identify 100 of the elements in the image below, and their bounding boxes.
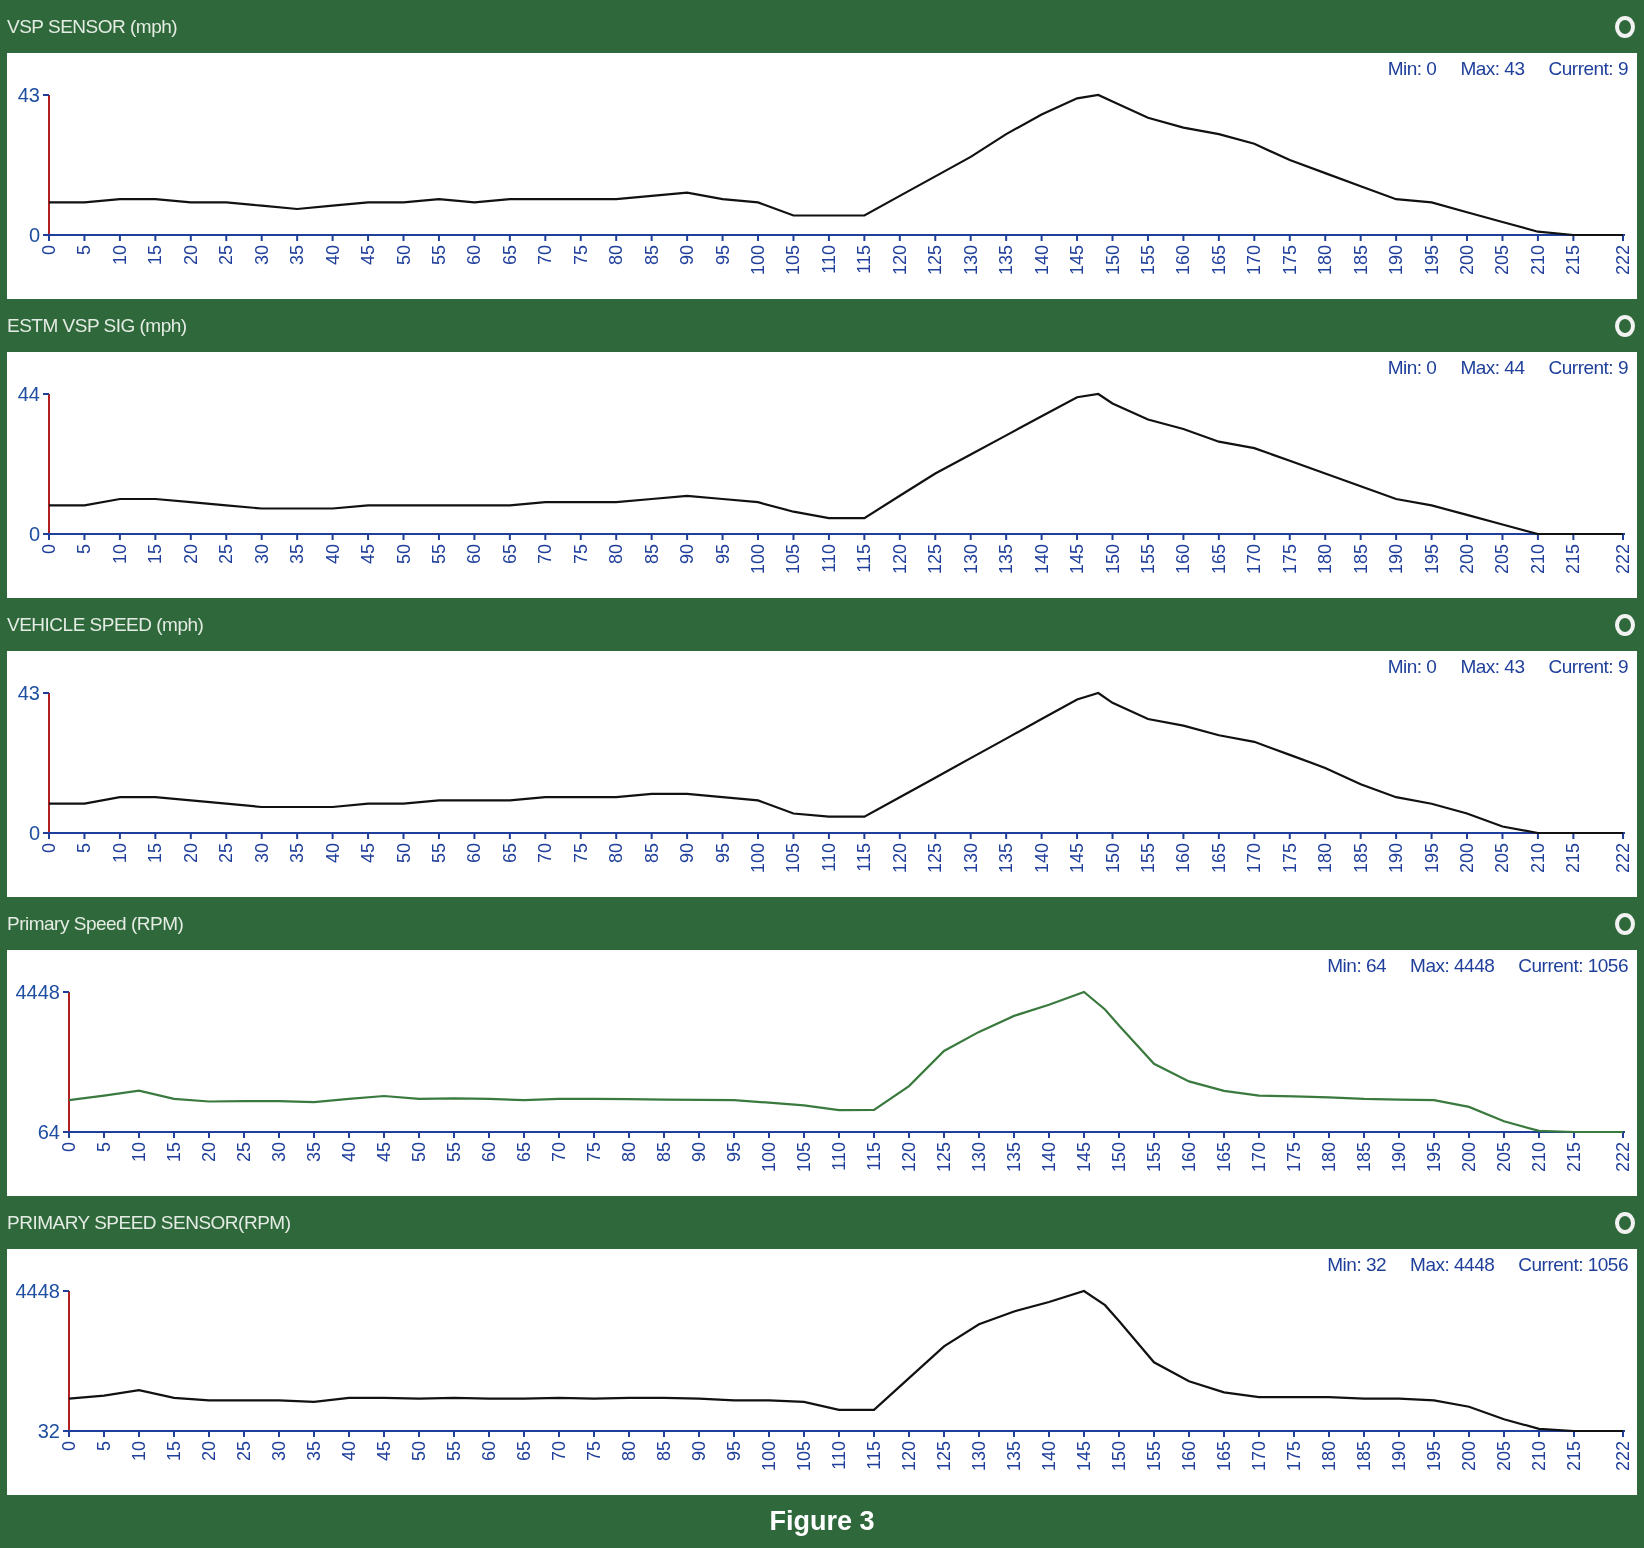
- x-tick-label: 95: [712, 544, 733, 565]
- x-tick-label: 90: [689, 1441, 709, 1462]
- x-tick-label: 135: [1004, 1441, 1024, 1472]
- x-tick-label: 210: [1527, 245, 1548, 276]
- max-value: Max: 44: [1460, 357, 1525, 379]
- x-tick-label: 45: [358, 843, 379, 864]
- x-tick-label: 185: [1350, 843, 1371, 874]
- x-tick-label: 150: [1102, 843, 1123, 874]
- x-tick-label: 45: [374, 1441, 394, 1462]
- min-value: Min: 0: [1387, 656, 1437, 678]
- x-tick-label: 70: [549, 1441, 569, 1462]
- x-tick-label: 50: [393, 245, 414, 266]
- min-value: Min: 32: [1327, 1254, 1387, 1276]
- chart-title: VEHICLE SPEED (mph): [7, 613, 204, 636]
- x-tick-label: 110: [818, 544, 839, 573]
- y-tick-label: 4448: [15, 981, 60, 1003]
- x-tick-label: 180: [1315, 544, 1336, 575]
- x-tick-label: 85: [641, 843, 662, 864]
- x-tick-label: 80: [606, 245, 627, 266]
- current-value: Current: 9: [1548, 58, 1628, 80]
- y-tick-label: 0: [28, 224, 40, 246]
- x-tick-label: 125: [925, 544, 946, 575]
- x-tick-label: 150: [1102, 245, 1123, 276]
- x-tick-label: 40: [322, 843, 343, 864]
- x-tick-label: 195: [1424, 1142, 1444, 1173]
- x-tick-label: 100: [759, 1142, 779, 1173]
- x-tick-label: 30: [251, 843, 272, 864]
- x-tick-label: 30: [251, 245, 272, 266]
- max-value: Max: 4448: [1410, 955, 1495, 977]
- x-tick-label: 155: [1144, 1142, 1164, 1173]
- x-tick-label: 175: [1279, 544, 1300, 575]
- x-tick-label: 180: [1315, 245, 1336, 276]
- x-tick-label: 175: [1284, 1142, 1304, 1173]
- x-tick-label: 65: [499, 245, 520, 266]
- x-tick-label: 75: [570, 843, 591, 864]
- ring-icon[interactable]: [1614, 14, 1636, 39]
- x-tick-label: 55: [428, 245, 449, 266]
- y-tick-label: 44: [17, 383, 40, 405]
- min-value: Min: 0: [1387, 58, 1437, 80]
- ring-icon[interactable]: [1614, 313, 1636, 338]
- x-tick-label: 125: [925, 245, 946, 276]
- x-tick-label: 200: [1457, 245, 1477, 276]
- x-tick-label: 35: [287, 245, 308, 266]
- ring-icon[interactable]: [1614, 1210, 1636, 1235]
- x-tick-label: 60: [479, 1142, 499, 1163]
- x-tick-label: 215: [1564, 1441, 1584, 1472]
- x-tick-label: 145: [1074, 1142, 1094, 1173]
- x-tick-label: 150: [1109, 1441, 1129, 1472]
- x-tick-label: 20: [180, 843, 201, 864]
- x-tick-label: 65: [514, 1142, 534, 1163]
- x-tick-label: 165: [1208, 245, 1229, 276]
- x-tick-label: 80: [619, 1441, 639, 1462]
- y-tick-label: 43: [17, 682, 40, 704]
- x-tick-label: 50: [393, 544, 414, 565]
- x-tick-label: 45: [358, 245, 379, 266]
- x-tick-label: 5: [74, 544, 95, 554]
- x-tick-label: 115: [864, 1441, 884, 1470]
- min-value: Min: 64: [1327, 955, 1387, 977]
- x-tick-label: 0: [39, 843, 59, 853]
- max-value: Max: 43: [1460, 656, 1525, 678]
- x-tick-label: 200: [1459, 1142, 1479, 1173]
- x-tick-label: 130: [960, 245, 981, 276]
- x-tick-label: 195: [1421, 544, 1442, 575]
- x-tick-label: 135: [996, 843, 1017, 874]
- x-tick-label: 130: [960, 544, 981, 575]
- x-tick-label: 165: [1214, 1142, 1234, 1173]
- x-tick-label: 120: [899, 1142, 919, 1173]
- x-tick-label: 195: [1421, 843, 1442, 874]
- y-tick-label: 0: [28, 523, 40, 545]
- x-tick-label: 55: [444, 1441, 464, 1462]
- x-tick-label: 75: [584, 1142, 604, 1163]
- x-tick-label: 15: [164, 1142, 184, 1163]
- y-tick-label: 43: [17, 84, 40, 106]
- x-tick-label: 170: [1244, 544, 1265, 575]
- x-tick-label: 30: [269, 1142, 289, 1163]
- x-tick-label: 195: [1421, 245, 1442, 276]
- min-value: Min: 0: [1387, 357, 1437, 379]
- x-tick-label: 130: [960, 843, 981, 874]
- x-tick-label: 145: [1067, 245, 1088, 276]
- ring-icon[interactable]: [1614, 911, 1636, 936]
- x-tick-label: 215: [1563, 245, 1584, 276]
- x-tick-label: 40: [339, 1441, 359, 1462]
- x-tick-label: 0: [59, 1441, 79, 1451]
- max-value: Max: 43: [1460, 58, 1525, 80]
- x-tick-label: 115: [864, 1142, 884, 1171]
- x-tick-label: 105: [783, 843, 804, 874]
- x-tick-label: 25: [234, 1441, 254, 1462]
- x-tick-label: 5: [94, 1441, 114, 1451]
- x-tick-label: 5: [74, 245, 95, 255]
- chart-title: ESTM VSP SIG (mph): [7, 314, 187, 337]
- x-tick-label: 165: [1214, 1441, 1234, 1472]
- y-tick-label: 32: [37, 1420, 60, 1442]
- x-tick-label: 150: [1109, 1142, 1129, 1173]
- x-tick-label: 195: [1424, 1441, 1444, 1472]
- ring-icon[interactable]: [1614, 612, 1636, 637]
- x-tick-label: 35: [304, 1441, 324, 1462]
- x-tick-label: 80: [606, 544, 627, 565]
- x-tick-label: 25: [216, 544, 237, 565]
- x-tick-label: 175: [1279, 843, 1300, 874]
- x-tick-label: 215: [1563, 843, 1584, 874]
